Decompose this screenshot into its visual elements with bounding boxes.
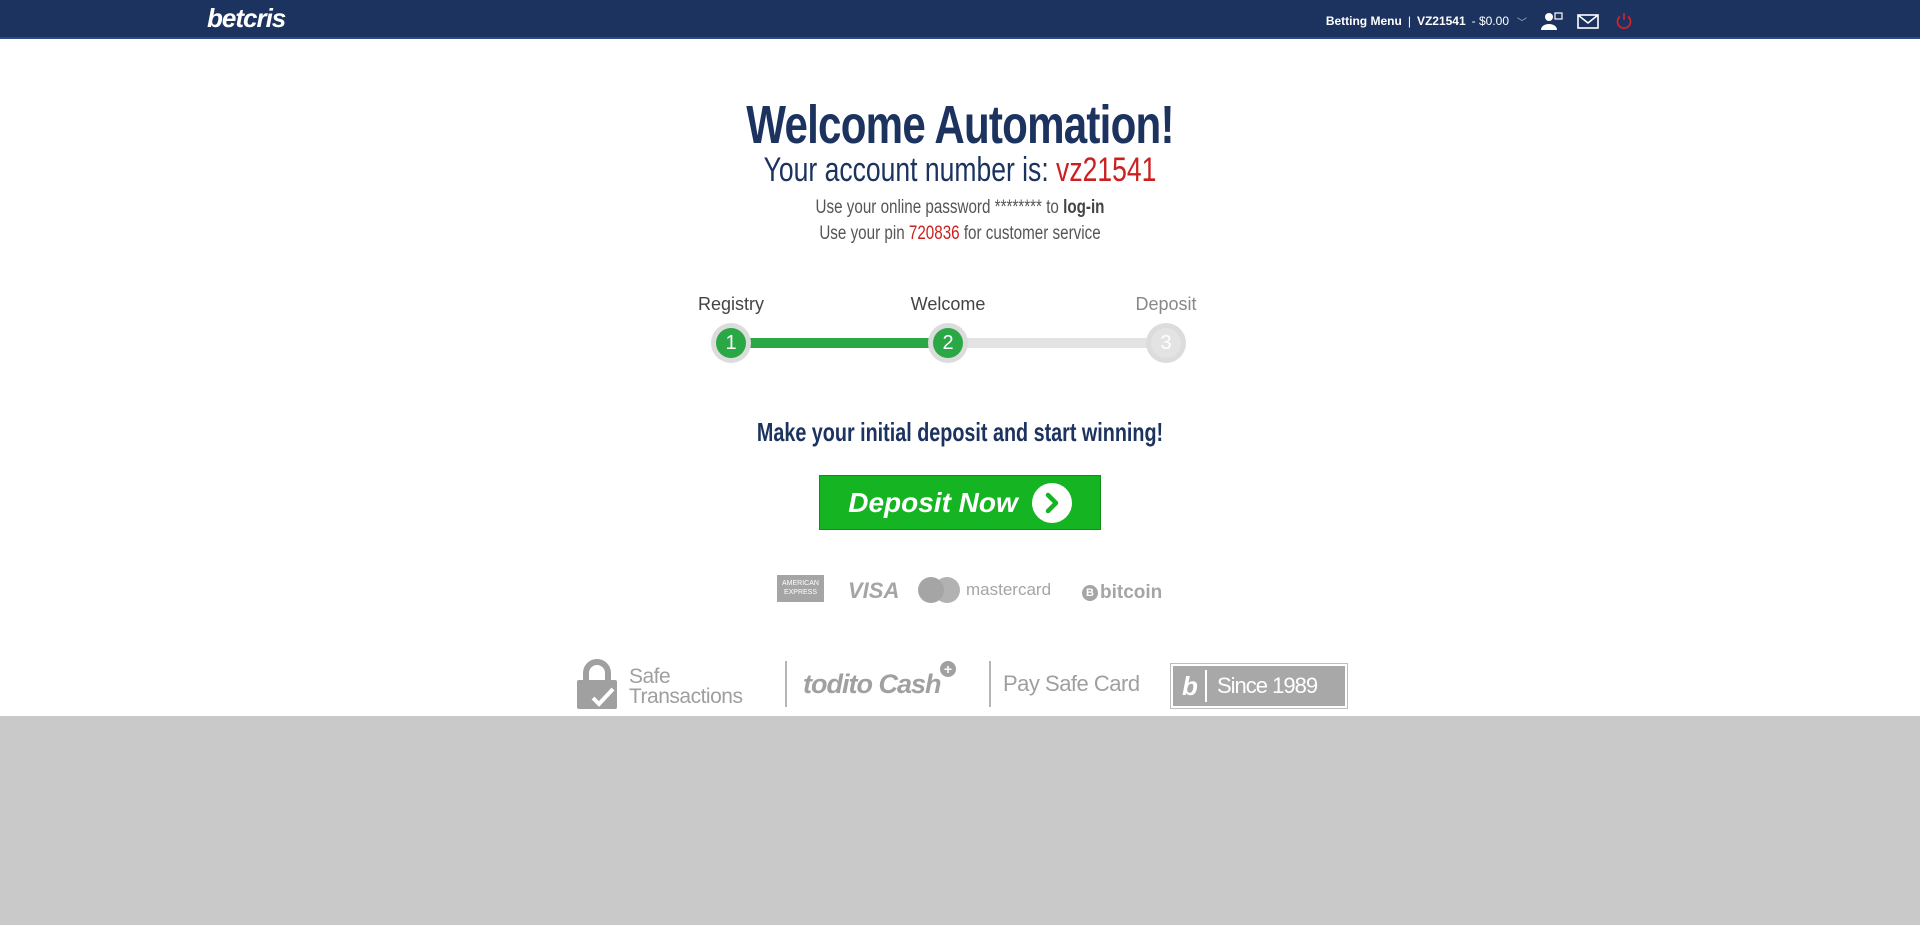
betting-menu-link[interactable]: Betting Menu [1326,14,1402,28]
pin-value: 720836 [908,223,960,244]
account-number-line: Your account number is: vz21541 [211,151,1709,190]
menu-separator: | [1407,14,1411,28]
step-1-marker: 1 [711,323,751,363]
step-3-number: 3 [1151,328,1181,358]
account-menu: Betting Menu | VZ21541 - $0.00 ﹀ [1326,12,1635,30]
password-info-text: Use your online password ******** to [815,197,1059,218]
step-2-marker: 2 [928,323,968,363]
step-label-deposit: Deposit [1135,294,1197,314]
power-logout-icon[interactable] [1613,12,1635,30]
since-1989-text: Since 1989 [1217,673,1318,698]
padlock-check-icon [575,659,619,714]
since-1989-box: b Since 1989 [1173,666,1345,706]
account-number-value: vz21541 [1056,151,1157,189]
safe-line2: Transactions [629,684,743,708]
safe-line1: Safe [629,664,671,688]
deposit-prompt: Make your initial deposit and start winn… [756,417,1164,447]
step-3-marker: 3 [1146,323,1186,363]
amex-line2: EXPRESS [783,589,818,596]
account-number-label: Your account number is: [763,151,1049,189]
pin-info-prefix: Use your pin [819,223,905,244]
bitcoin-icon: B [1082,585,1098,601]
password-info: Use your online password ******** to log… [192,197,1728,219]
safe-transactions-text: Safe Transactions [629,664,743,708]
amex-logo: AMERICAN EXPRESS [777,575,824,602]
visa-logo: VISA [848,578,900,603]
bitcoin-label: bitcoin [1100,582,1163,603]
mastercard-circles-icon [918,577,960,603]
step-track-pending [948,338,1166,348]
mastercard-label: mastercard [966,580,1052,599]
since-1989-badge: b Since 1989 [1170,663,1348,709]
top-navigation-bar: betcris Betting Menu | VZ21541 - $0.00 ﹀ [0,0,1920,39]
step-1-number: 1 [716,328,746,358]
divider [785,661,787,707]
mail-icon[interactable] [1577,12,1599,30]
deposit-now-label: Deposit Now [848,486,1018,518]
safe-transactions-badge: Safe Transactions [575,659,743,714]
pay-safe-card-logo: Pay Safe Card [1003,671,1140,696]
betcris-b-icon: b [1181,670,1207,702]
todito-cash-label: todito Cash [803,669,941,699]
bitcoin-logo: B bitcoin [1082,579,1162,607]
step-2-number: 2 [933,328,963,358]
betcris-logo[interactable]: betcris [207,3,286,34]
deposit-now-button[interactable]: Deposit Now [819,475,1101,530]
step-label-registry: Registry [697,294,765,314]
welcome-panel: Welcome Automation! Your account number … [0,39,1920,716]
balance-value[interactable]: - $0.00 [1472,14,1509,28]
step-track-completed [731,338,948,348]
plus-icon: + [939,661,956,677]
pin-info-suffix: for customer service [963,223,1101,244]
divider [989,661,991,707]
profile-icon[interactable] [1541,12,1563,30]
step-label-welcome: Welcome [910,294,986,314]
pin-info: Use your pin 720836 for customer service [192,223,1728,245]
todito-cash-logo: todito Cash + [803,661,956,700]
login-link[interactable]: log-in [1063,197,1104,218]
chevron-down-icon[interactable]: ﹀ [1517,14,1527,29]
welcome-title: Welcome Automation! [746,95,1174,155]
amex-line1: AMERICAN [782,580,819,587]
mastercard-logo: mastercard [918,576,1051,604]
account-id[interactable]: VZ21541 [1417,14,1466,28]
arrow-right-icon [1031,482,1072,523]
